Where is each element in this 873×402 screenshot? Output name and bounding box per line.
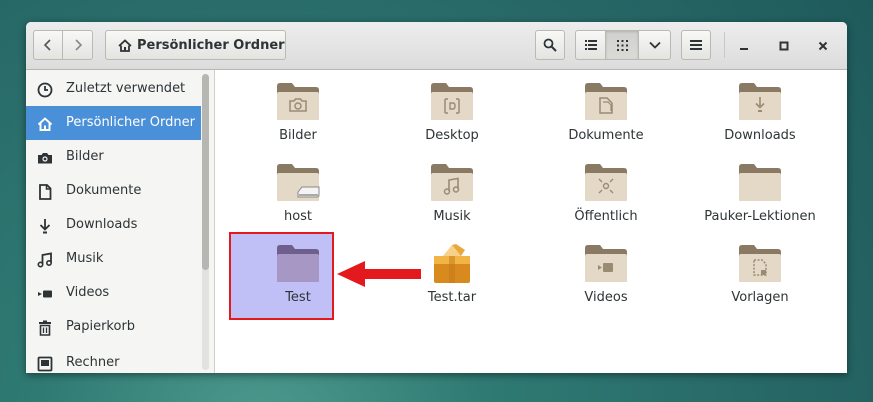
minimize-icon [740, 48, 748, 50]
list-icon [584, 40, 597, 50]
file-item-host[interactable]: host [223, 153, 373, 231]
maximize-button[interactable] [773, 35, 795, 57]
sidebar-item-label: Videos [66, 285, 110, 300]
file-item-downloads[interactable]: Downloads [685, 72, 835, 150]
computer-icon [37, 356, 53, 372]
sidebar-item-label: Persönlicher Ordner [66, 115, 195, 130]
file-name: Pauker-Lektionen [704, 209, 816, 224]
file-name: Öffentlich [574, 209, 638, 224]
folder-music-icon [431, 164, 473, 201]
archive-package-icon [434, 244, 470, 283]
hamburger-menu-icon [690, 40, 702, 50]
folder-selected-icon [277, 245, 319, 282]
sidebar-item-label: Rechner [66, 355, 120, 370]
file-item-pauker-lektionen[interactable]: Pauker-Lektionen [685, 153, 835, 231]
sidebar-item-downloads[interactable]: Downloads [26, 208, 201, 242]
sidebar: Zuletzt verwendet Persönlicher Ordner Bi… [26, 70, 215, 373]
download-icon [39, 219, 51, 234]
home-icon [37, 117, 53, 131]
annotation-arrow-icon [337, 261, 421, 287]
document-icon [39, 184, 52, 200]
list-view-button[interactable] [575, 30, 606, 60]
minimize-button[interactable] [733, 35, 755, 57]
sidebar-item-label: Downloads [66, 217, 138, 232]
maximize-icon [779, 41, 789, 51]
sidebar-item-label: Musik [66, 251, 104, 266]
header-bar: Persönlicher Ordner [26, 22, 847, 70]
back-button[interactable] [33, 30, 63, 60]
chevron-down-icon [648, 41, 661, 49]
sidebar-item-videos[interactable]: Videos [26, 276, 201, 310]
file-name: host [283, 209, 313, 224]
sidebar-scrollbar[interactable] [202, 74, 209, 370]
folder-pictures-icon [277, 83, 319, 120]
clock-icon [37, 82, 53, 98]
close-button[interactable] [812, 35, 834, 57]
grid-view-button[interactable] [606, 30, 639, 60]
file-item-oeffentlich[interactable]: Öffentlich [531, 153, 681, 231]
sidebar-item-documents[interactable]: Dokumente [26, 174, 201, 208]
folder-documents-icon [585, 83, 627, 120]
file-item-videos[interactable]: Videos [531, 234, 681, 312]
sidebar-item-recent[interactable]: Zuletzt verwendet [26, 72, 201, 106]
sidebar-item-label: Dokumente [66, 183, 142, 198]
sidebar-item-pictures[interactable]: Bilder [26, 140, 201, 174]
file-name: Downloads [724, 128, 796, 143]
folder-remote-icon [277, 164, 320, 201]
file-grid: Bilder Desktop Dokumente Downloads host … [215, 70, 847, 373]
folder-download-icon [739, 83, 781, 120]
sidebar-item-label: Bilder [66, 149, 104, 164]
folder-desktop-icon [431, 83, 473, 120]
camera-icon [38, 153, 52, 164]
file-item-desktop[interactable]: Desktop [377, 72, 527, 150]
video-icon [38, 290, 52, 298]
sidebar-item-label: Papierkorb [66, 319, 136, 334]
breadcrumb-label: Persönlicher Ordner [137, 37, 285, 53]
scrollbar-thumb[interactable] [202, 74, 209, 270]
file-item-vorlagen[interactable]: Vorlagen [685, 234, 835, 312]
file-item-bilder[interactable]: Bilder [223, 72, 373, 150]
file-item-musik[interactable]: Musik [377, 153, 527, 231]
file-name: Desktop [425, 128, 479, 143]
search-icon [543, 38, 557, 52]
forward-button[interactable] [63, 30, 93, 60]
search-button[interactable] [535, 30, 565, 60]
sidebar-item-music[interactable]: Musik [26, 242, 201, 276]
folder-icon [739, 164, 781, 201]
file-name: Test [285, 290, 311, 305]
trash-icon [39, 320, 51, 336]
file-name: Musik [433, 209, 471, 224]
sidebar-item-label: Zuletzt verwendet [66, 81, 186, 96]
file-manager-window: Persönlicher Ordner Zuletzt verwendet Pe… [26, 22, 847, 373]
folder-videos-icon [585, 245, 627, 282]
home-icon [118, 38, 132, 52]
sidebar-item-computer[interactable]: Rechner [26, 346, 201, 373]
file-name: Vorlagen [731, 290, 789, 305]
menu-button[interactable] [681, 30, 711, 60]
chevron-right-icon [74, 39, 82, 51]
file-name: Videos [584, 290, 628, 305]
view-options-button[interactable] [639, 30, 671, 60]
folder-templates-icon [739, 245, 781, 282]
file-item-dokumente[interactable]: Dokumente [531, 72, 681, 150]
file-name: Dokumente [568, 128, 644, 143]
sidebar-item-trash[interactable]: Papierkorb [26, 310, 201, 344]
grid-icon [616, 39, 628, 51]
chevron-left-icon [43, 39, 51, 51]
sidebar-item-home[interactable]: Persönlicher Ordner [26, 106, 201, 140]
close-icon [818, 41, 828, 51]
header-separator [724, 32, 725, 58]
file-name: Bilder [279, 128, 317, 143]
folder-publicshare-icon [585, 164, 627, 201]
file-name: Test.tar [427, 290, 477, 305]
breadcrumb-home-button[interactable]: Persönlicher Ordner [105, 30, 286, 60]
music-icon [37, 252, 53, 268]
